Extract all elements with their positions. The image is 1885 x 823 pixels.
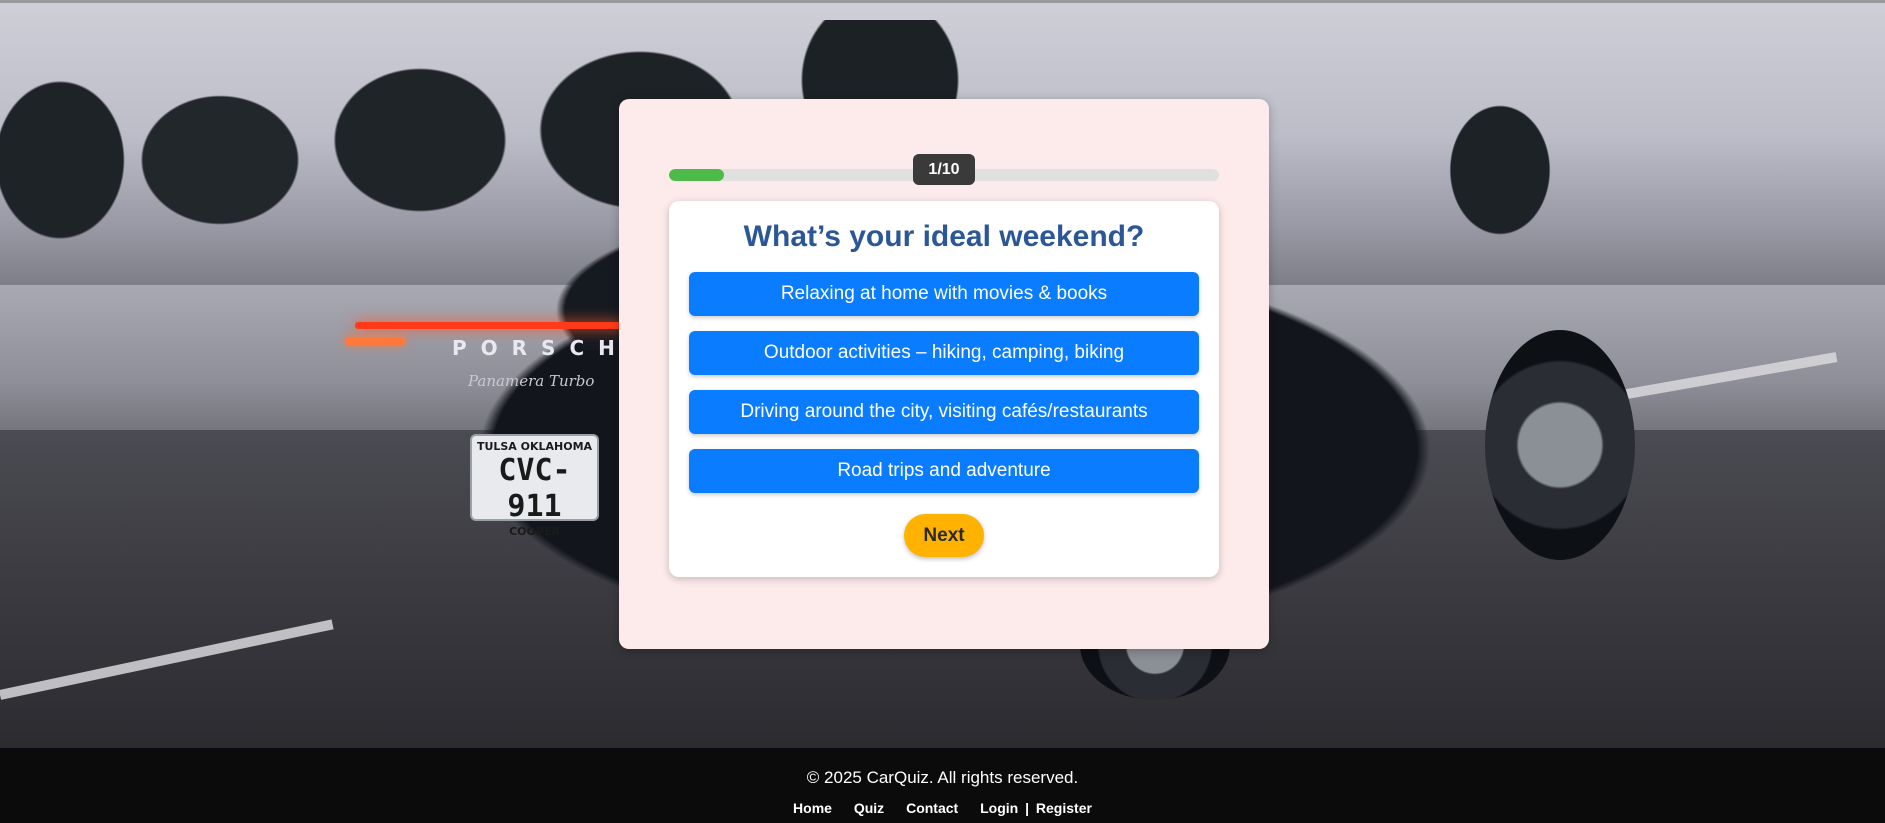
answer-option-road-trips[interactable]: Road trips and adventure (689, 449, 1199, 493)
footer-copyright: © 2025 CarQuiz. All rights reserved. (806, 768, 1079, 787)
footer-auth-links: Login | Register (980, 800, 1092, 816)
footer-link-quiz[interactable]: Quiz (854, 800, 884, 816)
car-front-wheel (1485, 330, 1635, 560)
progress-label: 1/10 (913, 154, 975, 185)
footer-link-separator: | (1025, 800, 1030, 816)
car-taillight (355, 322, 625, 329)
plate-bottom-text: COOPER (509, 525, 560, 538)
footer-link-home[interactable]: Home (793, 800, 832, 816)
question-title: What’s your ideal weekend? (743, 220, 1145, 253)
footer-link-register[interactable]: Register (1036, 800, 1092, 816)
footer-link-contact[interactable]: Contact (906, 800, 958, 816)
footer-nav: Home Quiz Contact Login | Register (0, 800, 1885, 816)
answer-option-outdoor-activities[interactable]: Outdoor activities – hiking, camping, bi… (689, 331, 1199, 375)
answer-options: Relaxing at home with movies & books Out… (689, 272, 1199, 508)
car-model-badge: Panamera Turbo (468, 372, 595, 390)
plate-top-text: TULSA OKLAHOMA (476, 440, 593, 453)
answer-option-city-driving[interactable]: Driving around the city, visiting cafés/… (689, 390, 1199, 434)
car-taillight-lower (345, 337, 405, 345)
progress-bar-fill (669, 169, 724, 181)
answer-option-relaxing-home[interactable]: Relaxing at home with movies & books (689, 272, 1199, 316)
next-button[interactable]: Next (904, 514, 984, 557)
footer-link-login[interactable]: Login (980, 800, 1018, 816)
license-plate: TULSA OKLAHOMA CVC-911 COOPER (472, 436, 597, 538)
top-edge-bar (0, 0, 1885, 3)
quiz-panel: 1/10 What’s your ideal weekend? Relaxing… (619, 99, 1269, 649)
plate-number: CVC-911 (498, 453, 571, 524)
footer: © 2025 CarQuiz. All rights reserved. Hom… (0, 748, 1885, 823)
question-card: What’s your ideal weekend? Relaxing at h… (669, 201, 1219, 577)
